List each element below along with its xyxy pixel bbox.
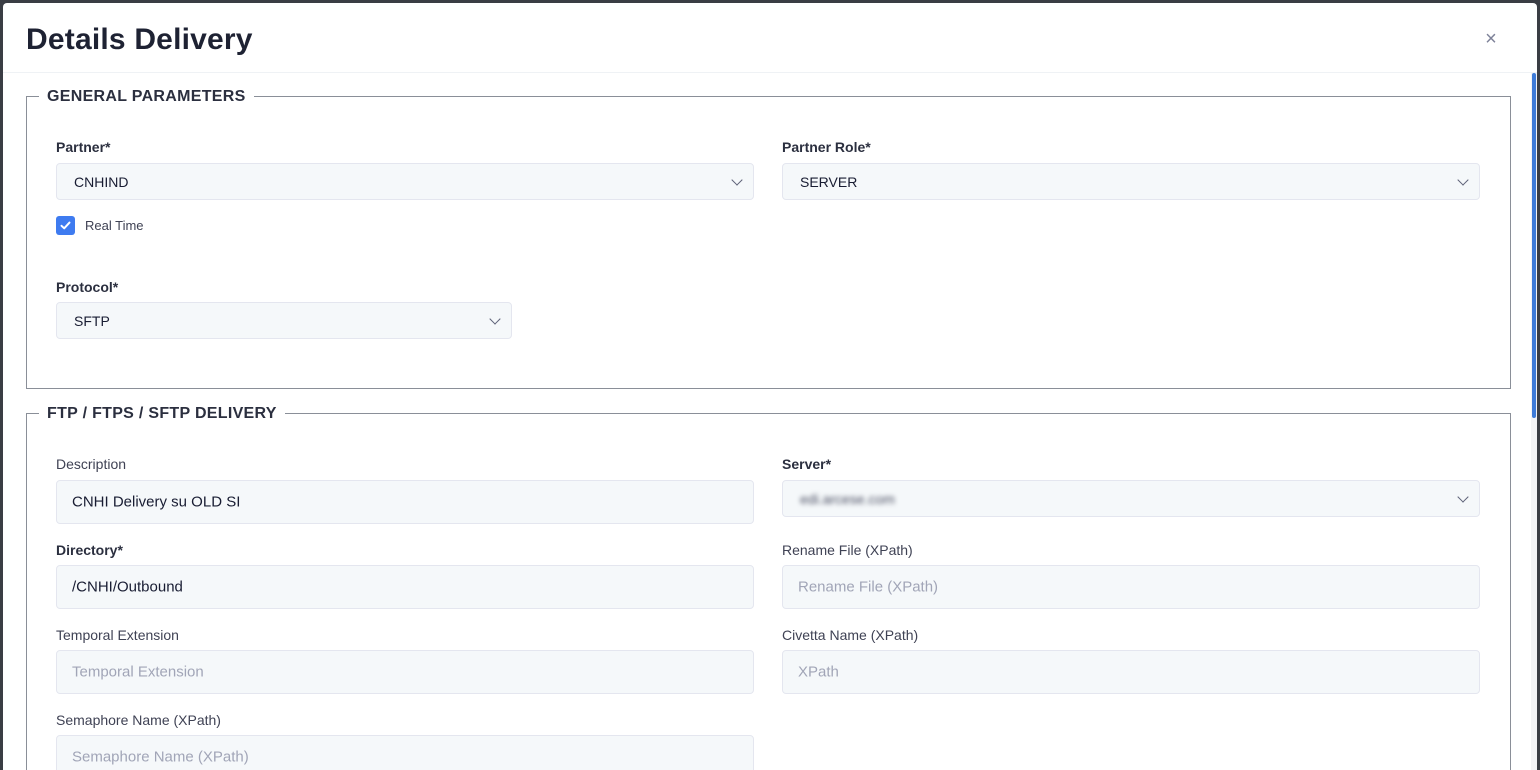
partner-select-value: CNHIND xyxy=(74,173,129,190)
partner-select[interactable]: CNHIND xyxy=(56,163,754,200)
semaphore-name-placeholder: Semaphore Name (XPath) xyxy=(72,748,249,766)
rename-file-label: Rename File (XPath) xyxy=(782,542,913,558)
scrollbar-thumb[interactable] xyxy=(1532,73,1536,418)
rename-file-input[interactable]: Rename File (XPath) xyxy=(782,565,1480,609)
general-parameters-fieldset: GENERAL PARAMETERS xyxy=(26,87,1511,389)
general-parameters-legend: GENERAL PARAMETERS xyxy=(39,87,254,107)
rename-file-placeholder: Rename File (XPath) xyxy=(798,578,939,596)
civetta-name-input[interactable]: XPath xyxy=(782,650,1480,694)
directory-input-value: /CNHI/Outbound xyxy=(72,578,183,596)
server-label: Server* xyxy=(782,456,832,472)
civetta-name-placeholder: XPath xyxy=(798,663,839,681)
chevron-down-icon xyxy=(489,312,501,325)
modal-title: Details Delivery xyxy=(26,23,253,56)
check-icon xyxy=(60,221,71,230)
close-icon[interactable]: × xyxy=(1479,27,1503,51)
semaphore-name-input[interactable]: Semaphore Name (XPath) xyxy=(56,735,754,770)
civetta-name-label: Civetta Name (XPath) xyxy=(782,627,919,643)
directory-input[interactable]: /CNHI/Outbound xyxy=(56,565,754,609)
description-input[interactable]: CNHI Delivery su OLD SI xyxy=(56,480,754,524)
protocol-label: Protocol* xyxy=(56,279,119,295)
scrollbar[interactable] xyxy=(1531,73,1537,770)
protocol-select[interactable]: SFTP xyxy=(56,302,512,339)
directory-label: Directory* xyxy=(56,542,123,558)
temporal-extension-label: Temporal Extension xyxy=(56,627,179,643)
ftp-delivery-legend: FTP / FTPS / SFTP DELIVERY xyxy=(39,404,285,424)
details-delivery-modal: Details Delivery × GENERAL PARAMETERS Pa… xyxy=(3,3,1537,770)
temporal-extension-input[interactable]: Temporal Extension xyxy=(56,650,754,694)
partner-label: Partner* xyxy=(56,139,111,155)
partner-role-select-value: SERVER xyxy=(800,173,858,190)
temporal-extension-placeholder: Temporal Extension xyxy=(72,663,204,681)
semaphore-name-label: Semaphore Name (XPath) xyxy=(56,712,221,728)
description-input-value: CNHI Delivery su OLD SI xyxy=(72,493,241,511)
real-time-label[interactable]: Real Time xyxy=(85,218,144,233)
server-select[interactable]: edi.arcese.com xyxy=(782,480,1480,517)
modal-header: Details Delivery × xyxy=(3,3,1537,73)
protocol-select-value: SFTP xyxy=(74,312,110,329)
chevron-down-icon xyxy=(1457,490,1469,503)
description-label: Description xyxy=(56,456,127,472)
real-time-checkbox[interactable] xyxy=(56,216,75,235)
partner-role-label: Partner Role* xyxy=(782,139,871,155)
server-select-value: edi.arcese.com xyxy=(800,490,895,507)
chevron-down-icon xyxy=(1457,173,1469,186)
partner-role-select[interactable]: SERVER xyxy=(782,163,1480,200)
chevron-down-icon xyxy=(731,173,743,186)
